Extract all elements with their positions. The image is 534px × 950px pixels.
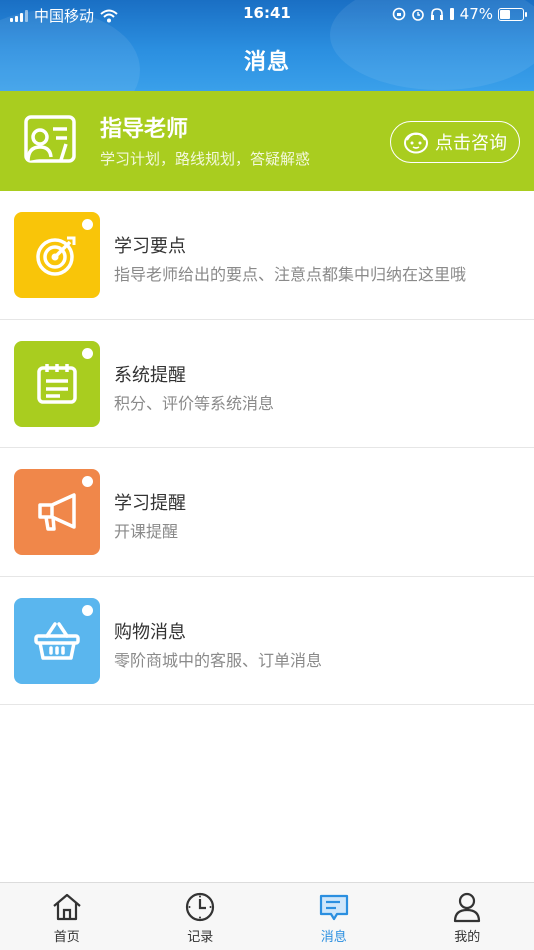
item-title: 学习要点 [114, 236, 186, 257]
unread-dot [82, 604, 93, 616]
target-icon [36, 236, 76, 276]
tab-label: 记录 [187, 930, 214, 945]
study-points-tile [14, 212, 100, 298]
notepad-icon [37, 363, 77, 404]
consult-button[interactable]: 点击咨询 [390, 121, 520, 163]
item-title: 系统提醒 [114, 364, 186, 386]
tab-bar: 首页 记录 消息 我的 [0, 882, 534, 950]
consult-button-label: 点击咨询 [435, 133, 507, 154]
basket-icon [34, 621, 80, 660]
tab-label: 消息 [320, 930, 347, 945]
item-subtitle: 开课提醒 [114, 522, 179, 541]
mentor-name: 指导老师 [100, 117, 189, 142]
rotation-lock-icon [392, 7, 405, 21]
smiley-face-icon [404, 132, 428, 154]
item-subtitle: 零阶商城中的客服、订单消息 [114, 650, 323, 670]
page-title: 消息 [243, 50, 290, 75]
header: 中国移动 16:41 47% 消息 [0, 0, 534, 91]
megaphone-icon [38, 493, 76, 531]
battery-percentage: 47% [459, 5, 493, 23]
clock-icon [186, 892, 215, 922]
person-icon [454, 892, 481, 923]
unread-dot [82, 347, 93, 359]
list-item-shopping[interactable]: 购物消息 零阶商城中的客服、订单消息 [0, 577, 534, 705]
unread-dot [82, 476, 93, 487]
item-subtitle: 指导老师给出的要点、注意点都集中归纳在这里哦 [114, 265, 467, 284]
battery-fill [500, 9, 510, 19]
portrait-lock-icon [449, 8, 454, 20]
item-subtitle: 积分、评价等系统消息 [114, 393, 275, 413]
mentor-banner[interactable]: 指导老师 学习计划，路线规划，答疑解惑 点击咨询 [0, 91, 534, 191]
list-item-study-reminder[interactable]: 学习提醒 开课提醒 [0, 448, 534, 577]
list-item-study-points[interactable]: 学习要点 指导老师给出的要点、注意点都集中归纳在这里哦 [0, 191, 534, 320]
system-reminder-tile [14, 340, 100, 427]
tab-records[interactable]: 记录 [134, 883, 268, 950]
tab-label: 我的 [454, 930, 481, 945]
list-item-system-reminder[interactable]: 系统提醒 积分、评价等系统消息 [0, 320, 534, 448]
message-icon [319, 894, 348, 921]
headphones-icon [430, 8, 443, 20]
message-list: 学习要点 指导老师给出的要点、注意点都集中归纳在这里哦 系统提醒 积分、评价等系… [0, 191, 534, 705]
tab-messages[interactable]: 消息 [267, 883, 401, 950]
status-bar: 中国移动 16:41 47% [0, 0, 534, 28]
item-title: 购物消息 [114, 621, 186, 643]
mentor-description: 学习计划，路线规划，答疑解惑 [100, 150, 311, 168]
home-icon [53, 893, 81, 921]
tab-label: 首页 [53, 930, 80, 945]
alarm-icon [411, 9, 424, 21]
study-reminder-tile [14, 469, 100, 555]
item-title: 学习提醒 [114, 493, 186, 514]
mentor-card-icon [24, 115, 76, 163]
tab-home[interactable]: 首页 [0, 883, 134, 950]
battery-icon [498, 7, 527, 21]
unread-dot [82, 219, 93, 230]
tab-mine[interactable]: 我的 [401, 883, 534, 950]
shopping-tile [14, 597, 100, 684]
